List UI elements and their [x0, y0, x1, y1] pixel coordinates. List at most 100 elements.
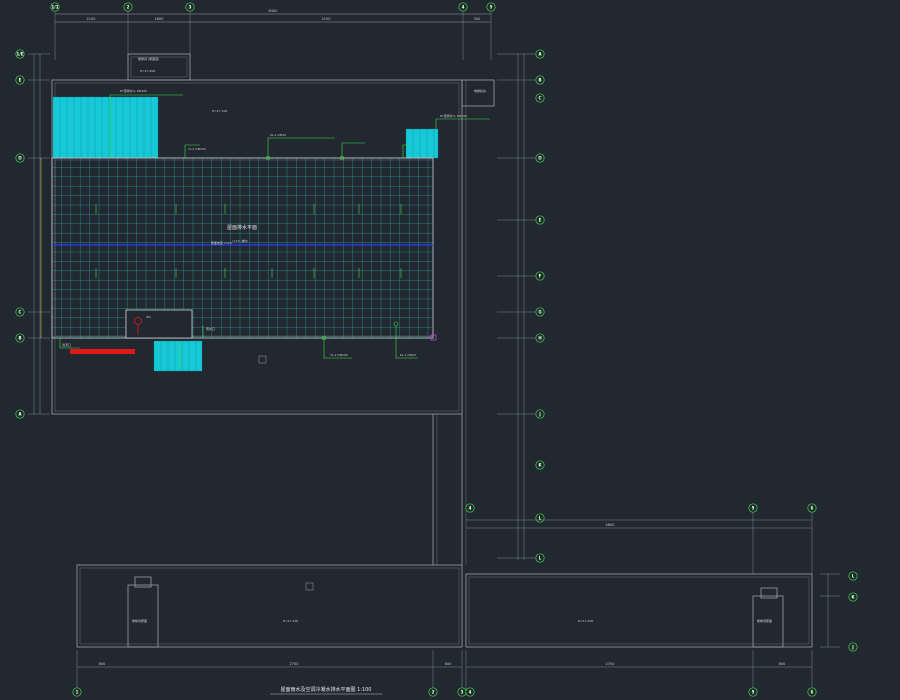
axis-bubble-bottom-3: 3 [457, 687, 467, 697]
dim-top-seg-1: 2100 [87, 17, 96, 21]
dim-bottom-seg-3: 600 [445, 662, 452, 666]
axis-bubble-top-2: 2 [123, 2, 133, 12]
right-axis-group: A B C D E F G H J K L L [497, 49, 545, 563]
axis-bubble-right-2: B [535, 75, 545, 85]
label-mech-room: 电梯机房 [474, 88, 486, 93]
label-rain-hopper-1: 87型雨水斗 DN100 [120, 88, 147, 93]
dim-bottom-seg-4: 2700 [606, 662, 615, 666]
axis-bubble-right-6: G [535, 307, 545, 317]
axis-bubble-right-3: D [535, 153, 545, 163]
axis-bubble-top-1: 1/1 [50, 2, 60, 12]
label-lower-right: 楼梯间屋面 [757, 618, 772, 623]
label-lower-roof-elev: H=17.100 [283, 619, 298, 623]
svg-text:C: C [539, 95, 542, 100]
bottom-axis-group: 1 2 3 4 5 6 4 5 6 L K J [72, 503, 858, 697]
label-rain-pipe-1: YL-1 DN100 [188, 147, 206, 151]
label-condensate-2: KL-1 DN32 [400, 353, 416, 357]
svg-text:1/1: 1/1 [51, 4, 58, 9]
svg-text:H: H [538, 335, 541, 340]
axis-bubble-lower-side-2: K [848, 592, 858, 602]
svg-text:L: L [539, 555, 542, 560]
label-lower-roof-elev-2: H=17.100 [578, 619, 593, 623]
svg-text:5: 5 [752, 689, 755, 694]
top-axis-group: 1/1 2 3 4 5 2100 1800 2100 300 8400 [50, 2, 496, 60]
svg-text:4: 4 [469, 689, 472, 694]
label-stair-room: 楼梯间 (屋面层) [138, 56, 159, 61]
axis-bubble-lower-top-1: 4 [465, 503, 475, 513]
svg-text:1/E: 1/E [17, 51, 24, 56]
dim-bottom-seg-1: 600 [99, 662, 106, 666]
axis-bubble-left-d: D [15, 153, 25, 163]
axis-bubble-bottom-5: 5 [748, 687, 758, 697]
axis-bubble-right-8: J [535, 409, 545, 419]
axis-bubble-top-3: 3 [185, 2, 195, 12]
axis-bubble-left-a: A [15, 409, 25, 419]
svg-text:4: 4 [469, 505, 472, 510]
svg-text:5: 5 [490, 4, 493, 9]
dim-top-total: 8400 [269, 9, 278, 13]
svg-text:6: 6 [811, 689, 814, 694]
svg-text:5: 5 [752, 505, 755, 510]
dim-bottom-seg-5: 600 [779, 662, 786, 666]
dim-bottom-seg-2: 2700 [290, 662, 299, 666]
roof-tile-grid [51, 157, 433, 338]
axis-bubble-left-c: C [15, 307, 25, 317]
roof-area-label: 屋面排水平面 [227, 224, 257, 231]
label-roof-elev: H=17.100 [212, 109, 227, 113]
axis-bubble-right-11: L [535, 553, 545, 563]
axis-bubble-right-9: K [535, 460, 545, 470]
label-stair-room-elev: H=17.400 [140, 69, 155, 73]
axis-bubble-left-b: B [15, 333, 25, 343]
axis-bubble-bottom-6: 6 [807, 687, 817, 697]
svg-text:4: 4 [462, 4, 465, 9]
svg-text:B: B [18, 335, 21, 340]
svg-text:2: 2 [127, 4, 130, 9]
dim-top-seg-4: 300 [474, 17, 481, 21]
svg-text:F: F [539, 273, 542, 278]
label-overflow: 溢流口 [62, 342, 71, 347]
red-pipe [70, 349, 135, 354]
cad-drawing-canvas: 1/1 2 3 4 5 2100 1800 2100 300 8400 1/E … [15, 2, 858, 697]
svg-text:1: 1 [76, 689, 79, 694]
axis-bubble-lower-top-3: 6 [807, 503, 817, 513]
svg-text:3: 3 [461, 689, 464, 694]
axis-bubble-bottom-2: 2 [428, 687, 438, 697]
svg-text:2: 2 [432, 689, 435, 694]
label-drain-note: 雨水口 [206, 326, 215, 331]
svg-text:C: C [19, 309, 22, 314]
svg-text:B: B [538, 77, 541, 82]
axis-bubble-right-2b: C [535, 93, 545, 103]
label-condensate-1: KL-1 DN32 [270, 133, 286, 137]
mech-box-label: W1 [146, 315, 151, 319]
svg-text:6: 6 [811, 505, 814, 510]
rain-pipe-leaders-bottom [59, 321, 418, 370]
label-rain-pipe-2: YL-1 DN100 [330, 353, 348, 357]
axis-bubble-bottom-1: 1 [72, 687, 82, 697]
axis-bubble-right-10: L [535, 513, 545, 523]
cyan-panel-top-right [405, 128, 439, 159]
dim-lower-right-total: 4800 [606, 523, 615, 527]
dim-top-seg-2: 1800 [155, 17, 164, 21]
cyan-roof-panels [52, 96, 439, 372]
svg-text:L: L [852, 573, 855, 578]
vent-square [258, 355, 267, 364]
roof-area-outline [51, 157, 434, 339]
axis-bubble-lower-side-1: L [848, 571, 858, 581]
dim-top-seg-3: 2100 [322, 17, 331, 21]
svg-text:E: E [19, 77, 22, 82]
left-axis-group: 1/E E D C B A [15, 49, 50, 419]
label-rain-hopper-2: 87型雨水斗 DN100 [440, 113, 467, 118]
axis-bubble-right-1: A [535, 49, 545, 59]
svg-text:E: E [539, 217, 542, 222]
svg-text:G: G [538, 309, 541, 314]
magenta-marker [430, 334, 437, 341]
roof-slope-label: i=1% 坡向 [232, 238, 247, 243]
lower-wing-outline [76, 564, 813, 648]
svg-text:3: 3 [189, 4, 192, 9]
axis-bubble-lower-top-2: 5 [748, 503, 758, 513]
axis-bubble-right-5: F [535, 271, 545, 281]
lower-dimensions [76, 510, 840, 690]
label-lower-left: 楼梯间屋面 [132, 618, 147, 623]
axis-bubble-left-e: E [15, 75, 25, 85]
svg-text:L: L [539, 515, 542, 520]
